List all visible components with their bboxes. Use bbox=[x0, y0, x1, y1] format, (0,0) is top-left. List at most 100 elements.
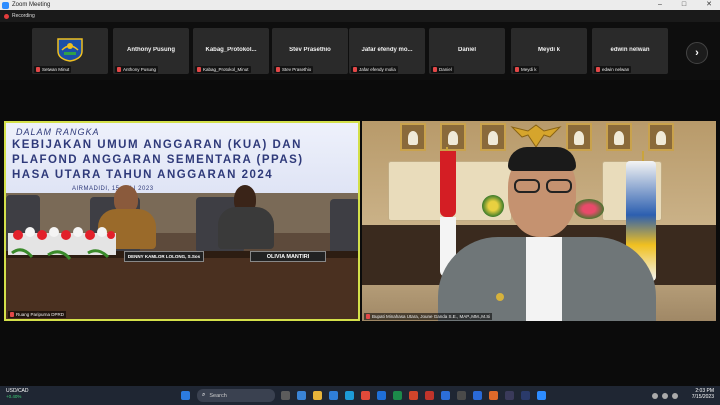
tile-footer-label: Jafar efendy molia bbox=[359, 67, 396, 72]
wall-panel bbox=[452, 161, 512, 221]
video-footer: Bupati Minahasa Utara, Joune Ganda S.E.,… bbox=[364, 313, 493, 320]
search-box[interactable]: ⌕ Search bbox=[197, 389, 275, 402]
banner-line: DALAM RANGKA bbox=[16, 127, 100, 137]
tile-name: Stev Prasethio bbox=[289, 47, 331, 53]
maximize-button[interactable]: □ bbox=[682, 0, 686, 10]
next-page-button[interactable]: › bbox=[686, 42, 708, 64]
lapel-pin-icon bbox=[496, 293, 504, 301]
flower-vase bbox=[574, 199, 604, 219]
photoshop-icon[interactable] bbox=[521, 391, 530, 400]
gallery-tile[interactable]: Kabag_Protokol... Kabag_Protokol_Minut bbox=[193, 28, 269, 74]
tile-name: Daniel bbox=[457, 47, 476, 53]
tile-name: Jafar efendy mo... bbox=[361, 47, 413, 53]
window-title: Zoom Meeting bbox=[12, 2, 51, 8]
title-bar: Zoom Meeting – □ ✕ bbox=[0, 0, 720, 10]
mic-muted-icon bbox=[36, 67, 40, 72]
tile-footer: edwin nelwan bbox=[594, 66, 632, 73]
gallery-tile[interactable]: edwin nelwan edwin nelwan bbox=[592, 28, 668, 74]
tile-name: Anthony Pusung bbox=[127, 47, 175, 53]
portrait-frame bbox=[648, 123, 674, 151]
battery-icon[interactable] bbox=[672, 393, 678, 399]
premiere-icon[interactable] bbox=[505, 391, 514, 400]
person-hair bbox=[508, 147, 576, 171]
file-explorer-icon[interactable] bbox=[313, 391, 322, 400]
word-icon[interactable] bbox=[377, 391, 386, 400]
video-tile-bupati[interactable]: Bupati Minahasa Utara, Joune Ganda S.E.,… bbox=[362, 121, 716, 321]
mic-muted-icon bbox=[353, 67, 357, 72]
tile-name: Meydi k bbox=[537, 47, 560, 53]
start-icon[interactable] bbox=[181, 391, 190, 400]
gallery-tile[interactable]: Meydi k Meydi k bbox=[511, 28, 587, 74]
portrait-frame bbox=[606, 123, 632, 151]
close-button[interactable]: ✕ bbox=[706, 0, 712, 10]
tile-footer-label: Setwan Minut bbox=[42, 67, 70, 72]
tile-footer: Meydi k bbox=[513, 66, 539, 73]
recording-dot-icon bbox=[4, 13, 9, 19]
portrait-frame bbox=[566, 123, 592, 151]
chevron-right-icon: › bbox=[695, 47, 699, 59]
recording-bar: Recording bbox=[0, 10, 720, 22]
edge-icon[interactable] bbox=[345, 391, 354, 400]
flag-red bbox=[440, 151, 456, 217]
app-icon[interactable] bbox=[425, 391, 434, 400]
wall-panel bbox=[388, 161, 448, 221]
clock-date: 7/15/2023 bbox=[691, 394, 714, 400]
widget-weather[interactable]: USD/CAD +0.40% bbox=[6, 388, 29, 399]
video-tile-dprd[interactable]: DALAM RANGKA KEBIJAKAN UMUM ANGGARAN (KU… bbox=[4, 121, 360, 321]
person-body bbox=[218, 207, 274, 249]
app-icon[interactable] bbox=[297, 391, 306, 400]
gallery-tile[interactable]: Jafar efendy mo... Jafar efendy molia bbox=[349, 28, 425, 74]
minimize-button[interactable]: – bbox=[658, 0, 662, 10]
clock[interactable]: 2:03 PM 7/15/2023 bbox=[692, 388, 714, 400]
chair bbox=[330, 199, 358, 255]
gallery-tile[interactable]: Daniel Daniel bbox=[429, 28, 505, 74]
recording-label[interactable]: Recording bbox=[12, 13, 35, 19]
widget-change: +0.40% bbox=[6, 394, 22, 399]
tile-footer: Jafar efendy molia bbox=[351, 66, 398, 73]
banner-line: PLAFOND ANGGARAN SEMENTARA (PPAS) bbox=[12, 154, 304, 166]
glasses-icon bbox=[514, 179, 540, 193]
event-banner: DALAM RANGKA KEBIJAKAN UMUM ANGGARAN (KU… bbox=[6, 123, 358, 193]
task-view-icon[interactable] bbox=[281, 391, 290, 400]
mic-muted-icon bbox=[515, 67, 519, 72]
banner-line: HASA UTARA TAHUN ANGGARAN 2024 bbox=[12, 169, 274, 181]
taskbar: USD/CAD +0.40% ⌕ Search 2:03 PM 7/15/202… bbox=[0, 386, 720, 405]
zoom-icon[interactable] bbox=[537, 391, 546, 400]
portrait-frame bbox=[440, 123, 466, 151]
excel-icon[interactable] bbox=[393, 391, 402, 400]
gallery-tile[interactable]: Setwan Minut bbox=[32, 28, 108, 74]
app-icon[interactable] bbox=[329, 391, 338, 400]
outlook-icon[interactable] bbox=[441, 391, 450, 400]
nameplate: OLIVIA MANTIRI bbox=[250, 251, 326, 262]
app-icon[interactable] bbox=[457, 391, 466, 400]
wifi-icon[interactable] bbox=[652, 393, 658, 399]
search-placeholder: Search bbox=[209, 392, 227, 399]
banner-line: KEBIJAKAN UMUM ANGGARAN (KUA) DAN bbox=[12, 139, 302, 151]
mic-muted-icon bbox=[366, 314, 370, 319]
portrait-frame bbox=[400, 123, 426, 151]
tile-footer-label: Stev Prasethio bbox=[282, 67, 312, 72]
video-footer-label: Bupati Minahasa Utara, Joune Ganda S.E.,… bbox=[372, 314, 491, 319]
tile-footer: Kabag_Protokol_Minut bbox=[195, 66, 251, 73]
mic-muted-icon bbox=[596, 67, 600, 72]
chrome-icon[interactable] bbox=[361, 391, 370, 400]
mic-muted-icon bbox=[10, 312, 14, 317]
flower-vase bbox=[482, 195, 504, 217]
portrait-frame bbox=[480, 123, 506, 151]
gallery-tile[interactable]: Anthony Pusung Anthony Pusung bbox=[113, 28, 189, 74]
tile-name: Kabag_Protokol... bbox=[205, 47, 257, 53]
tile-footer-label: edwin nelwan bbox=[602, 67, 630, 72]
tile-name: edwin nelwan bbox=[610, 47, 650, 53]
search-icon: ⌕ bbox=[202, 392, 206, 398]
firefox-icon[interactable] bbox=[489, 391, 498, 400]
mic-muted-icon bbox=[276, 67, 280, 72]
video-footer-label: Ruang Paripurna DPRD bbox=[16, 312, 65, 317]
gallery-tile[interactable]: Stev Prasethio Stev Prasethio bbox=[272, 28, 348, 74]
flower-arrangement-icon bbox=[8, 227, 116, 261]
window-controls: – □ ✕ bbox=[658, 0, 712, 10]
tile-footer: Daniel bbox=[431, 66, 454, 73]
volume-icon[interactable] bbox=[662, 393, 668, 399]
powerpoint-icon[interactable] bbox=[409, 391, 418, 400]
facebook-icon[interactable] bbox=[473, 391, 482, 400]
tile-footer-label: Anthony Pusung bbox=[123, 67, 157, 72]
